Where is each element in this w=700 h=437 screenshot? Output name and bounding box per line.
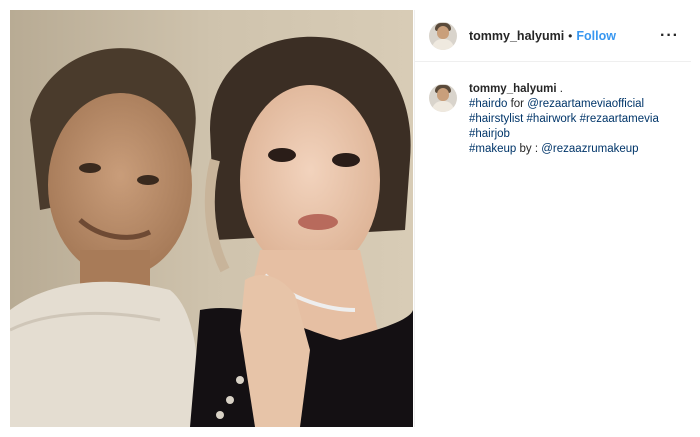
header-username[interactable]: tommy_halyumi xyxy=(469,29,564,43)
hashtag-makeup[interactable]: #makeup xyxy=(469,143,516,155)
caption-avatar[interactable] xyxy=(429,84,457,112)
caption-period: . xyxy=(556,83,563,95)
mention-rezaartameviaofficial[interactable]: @rezaartameviaofficial xyxy=(527,98,644,110)
caption-line-0: tommy_halyumi . xyxy=(469,82,659,97)
mention-rezaazrumakeup[interactable]: @rezaazrumakeup xyxy=(541,143,638,155)
caption-text: tommy_halyumi . #hairdo for @rezaartamev… xyxy=(469,82,659,157)
instagram-post: tommy_halyumi • Follow ··· tommy_halyumi… xyxy=(0,0,700,437)
avatar-face xyxy=(437,88,449,101)
caption-line-2: #hairstylist #hairwork #rezaartamevia xyxy=(469,112,659,127)
caption-for: for xyxy=(507,98,528,110)
avatar-body xyxy=(432,38,454,50)
avatar-face xyxy=(437,25,449,39)
post-header: tommy_halyumi • Follow ··· xyxy=(415,10,691,62)
follow-button[interactable]: Follow xyxy=(576,29,616,43)
caption-line-3: #hairjob xyxy=(469,127,659,142)
hashtag-hairstylist[interactable]: #hairstylist xyxy=(469,113,523,125)
hashtag-rezaartamevia[interactable]: #rezaartamevia xyxy=(580,113,659,125)
caption-line-1: #hairdo for @rezaartameviaofficial xyxy=(469,97,659,112)
caption-by: by : xyxy=(516,143,542,155)
avatar-body xyxy=(432,101,454,112)
hashtag-hairdo[interactable]: #hairdo xyxy=(469,98,507,110)
header-separator: • xyxy=(568,28,573,43)
more-options-icon[interactable]: ··· xyxy=(660,27,679,45)
caption-username[interactable]: tommy_halyumi xyxy=(469,83,557,95)
profile-avatar[interactable] xyxy=(429,21,457,50)
post-side-panel: tommy_halyumi • Follow ··· tommy_halyumi… xyxy=(414,10,691,427)
post-photo[interactable] xyxy=(10,10,413,427)
caption-line-4: #makeup by : @rezaazrumakeup xyxy=(469,142,659,157)
hashtag-hairwork[interactable]: #hairwork xyxy=(527,113,577,125)
hashtag-hairjob[interactable]: #hairjob xyxy=(469,128,510,140)
post-caption: tommy_halyumi . #hairdo for @rezaartamev… xyxy=(415,62,691,157)
